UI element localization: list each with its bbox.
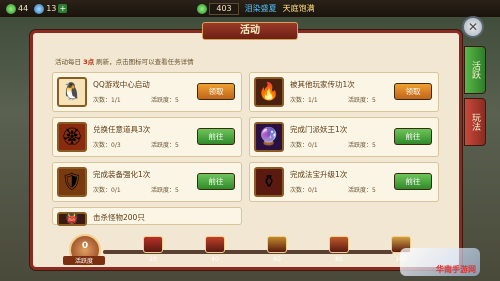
- penguin-icon[interactable]: 🐧: [57, 77, 87, 107]
- close-icon[interactable]: ✕: [462, 16, 484, 38]
- claim-button[interactable]: 领取: [197, 83, 235, 100]
- task-activity-points: 活跃度：5: [151, 142, 179, 149]
- window-title: 活动: [202, 22, 298, 40]
- task-name: 完成装备强化1次: [93, 170, 151, 179]
- task-card: 👹 击杀怪物200只: [52, 207, 242, 226]
- level-icon: [6, 3, 16, 14]
- task-activity-points: 活跃度：5: [348, 187, 376, 194]
- milestone-value: 60: [273, 256, 281, 263]
- medallion-icon[interactable]: 🏵: [57, 122, 87, 152]
- gold-icon: [197, 3, 208, 14]
- reward-chest-icon[interactable]: [205, 236, 225, 253]
- task-count: 次数：1/1: [290, 97, 318, 104]
- armor-icon[interactable]: 🛡: [57, 167, 87, 197]
- task-grid: 🐧 QQ游戏中心启动 次数：1/1 活跃度：5 领取 🔥 被其他玩家传功1次 次数：1/1 活跃…: [52, 72, 442, 228]
- mage-silhouette-icon[interactable]: 🔥: [254, 77, 284, 107]
- status-tag-1: 泪染盛夏: [244, 4, 277, 13]
- activity-progress: 0 活跃度 20406080100: [55, 232, 411, 268]
- go-button[interactable]: 前往: [394, 173, 432, 190]
- treasure-icon[interactable]: ⚱: [254, 167, 284, 197]
- go-button[interactable]: 前往: [197, 173, 235, 190]
- reward-chest-icon[interactable]: [329, 236, 349, 253]
- milestone-value: 20: [149, 256, 157, 263]
- monster-icon[interactable]: 👹: [57, 212, 87, 226]
- task-name: 完成法宝升级1次: [290, 170, 348, 179]
- go-button[interactable]: 前往: [394, 128, 432, 145]
- status-tag-2: 天庭饱满: [282, 4, 315, 13]
- task-name: 被其他玩家传功1次: [290, 80, 355, 89]
- task-card: 🔮 完成门派妖王1次 次数：0/1 活跃度：5 前往: [249, 117, 439, 157]
- claim-button[interactable]: 领取: [394, 83, 432, 100]
- milestone-value: 80: [335, 256, 343, 263]
- tip-suffix: 刷新，点击图标可以查看任务详情: [94, 58, 194, 66]
- milestone-value: 40: [211, 256, 219, 263]
- task-card: 🔥 被其他玩家传功1次 次数：1/1 活跃度：5 领取: [249, 72, 439, 112]
- tip-highlight: 3点: [83, 58, 95, 66]
- stamina-display: 13 +: [34, 3, 68, 14]
- task-activity-points: 活跃度：5: [348, 97, 376, 104]
- task-activity-points: 活跃度：5: [151, 97, 179, 104]
- task-count: 次数：1/1: [93, 97, 121, 104]
- activity-label: 活跃度: [63, 256, 105, 265]
- stamina-value: 13: [46, 4, 57, 13]
- stamina-icon: [34, 3, 45, 14]
- task-card: 🐧 QQ游戏中心启动 次数：1/1 活跃度：5 领取: [52, 72, 242, 112]
- watermark-logo: 华南手游网: [400, 248, 480, 276]
- task-activity-points: 活跃度：5: [348, 142, 376, 149]
- level-display: 44: [6, 3, 29, 14]
- task-card: 🛡 完成装备强化1次 次数：0/1 活跃度：5 前往: [52, 162, 242, 202]
- gold-display: 403: [197, 2, 239, 15]
- task-count: 次数：0/1: [93, 187, 121, 194]
- reward-chest-icon[interactable]: [267, 236, 287, 253]
- tip-prefix: 活动每日: [55, 58, 84, 66]
- task-activity-points: 活跃度：5: [151, 187, 179, 194]
- level-value: 44: [18, 4, 29, 13]
- tab-activity[interactable]: 活跃: [464, 46, 486, 94]
- task-name: 兑换任意道具3次: [93, 125, 151, 134]
- side-tabs: 活跃 玩法: [464, 46, 488, 150]
- reward-chest-icon[interactable]: [143, 236, 163, 253]
- task-card: ⚱ 完成法宝升级1次 次数：0/1 活跃度：5 前往: [249, 162, 439, 202]
- task-name: 击杀怪物200只: [93, 213, 145, 222]
- task-card: 🏵 兑换任意道具3次 次数：0/3 活跃度：5 前往: [52, 117, 242, 157]
- tab-gameplay[interactable]: 玩法: [464, 98, 486, 146]
- refresh-tip: 活动每日 3点 刷新，点击图标可以查看任务详情: [55, 56, 194, 66]
- task-name: QQ游戏中心启动: [93, 80, 150, 89]
- task-count: 次数：0/1: [290, 142, 318, 149]
- go-button[interactable]: 前往: [197, 128, 235, 145]
- add-stamina-button[interactable]: +: [58, 4, 68, 13]
- top-status-bar: 44 13 + 403 泪染盛夏 天庭饱满: [0, 0, 500, 17]
- task-name: 完成门派妖王1次: [290, 125, 348, 134]
- task-count: 次数：0/1: [290, 187, 318, 194]
- purple-orb-icon[interactable]: 🔮: [254, 122, 284, 152]
- task-count: 次数：0/3: [93, 142, 121, 149]
- gold-value: 403: [209, 2, 239, 15]
